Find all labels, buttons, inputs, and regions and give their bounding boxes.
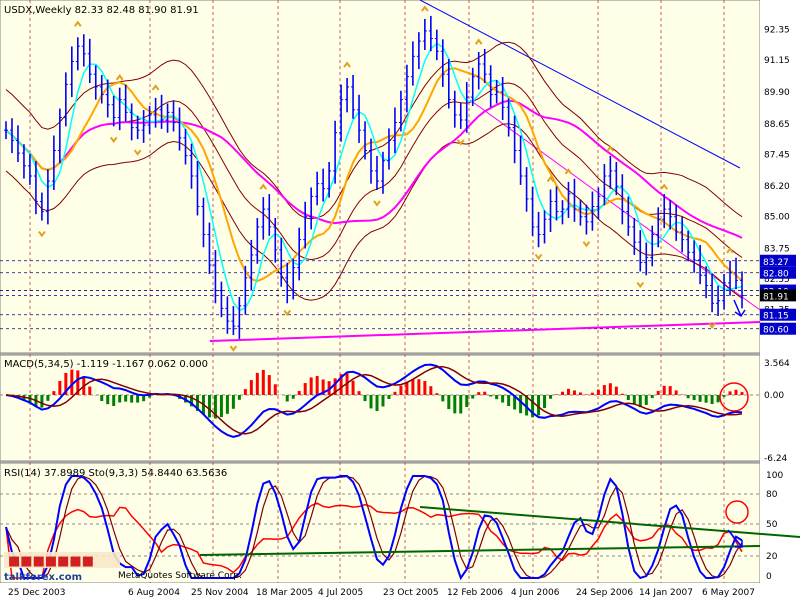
x-tick-label: 25 Dec 2003 — [8, 588, 66, 598]
price-tick-label: 83.75 — [764, 245, 790, 255]
price-tick-label: 92.35 — [764, 26, 790, 36]
osc-tick-20: 20 — [766, 552, 778, 562]
level-label: 83.27 — [763, 258, 789, 268]
x-tick-label: 6 Aug 2004 — [128, 588, 180, 598]
level-label: 82.80 — [763, 270, 789, 280]
main-panel-bg — [0, 0, 761, 354]
x-tick-label: 24 Sep 2006 — [576, 588, 633, 598]
x-tick-label: 6 May 2007 — [702, 588, 755, 598]
macd-tick-top: 3.564 — [764, 359, 790, 369]
x-tick-label: 12 Feb 2006 — [447, 588, 503, 598]
macd-tick-bottom: -6.24 — [764, 454, 788, 464]
level-label: 81.91 — [763, 292, 789, 302]
usdx-weekly-chart-window: USDX,Weekly 82.33 82.48 81.90 81.91 92.3… — [0, 0, 800, 600]
price-tick-label: 89.90 — [764, 88, 790, 98]
osc-tick-100: 100 — [766, 471, 783, 481]
osc-tick-50: 50 — [766, 520, 778, 530]
price-tick-label: 91.15 — [764, 56, 790, 66]
main-header: USDX,Weekly 82.33 82.48 81.90 81.91 — [4, 5, 199, 16]
macd-tick-zero: 0.00 — [764, 391, 784, 401]
watermark-logo-glyphs: ■■■■■■■ — [8, 554, 94, 569]
level-label: 80.60 — [763, 326, 789, 336]
osc-tick-80: 80 — [766, 490, 778, 500]
x-tick-label: 18 Mar 2005 — [256, 588, 313, 598]
watermark-site: talkforex.com — [4, 572, 82, 583]
x-tick-label: 14 Jan 2007 — [639, 588, 693, 598]
watermark-copyright: MetaQuotes Software Corp. — [118, 571, 242, 581]
x-tick-label: 4 Jun 2006 — [511, 588, 560, 598]
price-tick-label: 88.65 — [764, 120, 790, 130]
price-tick-label: 87.45 — [764, 150, 790, 160]
x-tick-label: 25 Nov 2004 — [191, 588, 249, 598]
level-label: 81.15 — [763, 312, 789, 322]
osc-tick-0: 0 — [766, 572, 772, 582]
macd-header: MACD(5,34,5) -1.119 -1.167 0.062 0.000 — [4, 359, 208, 370]
price-tick-label: 85.00 — [764, 213, 790, 223]
x-tick-label: 4 Jul 2005 — [318, 588, 363, 598]
price-tick-label: 86.20 — [764, 182, 790, 192]
osc-header: RSI(14) 37.8989 Sto(9,3,3) 54.8440 63.56… — [4, 468, 227, 479]
x-tick-label: 23 Oct 2005 — [383, 588, 439, 598]
